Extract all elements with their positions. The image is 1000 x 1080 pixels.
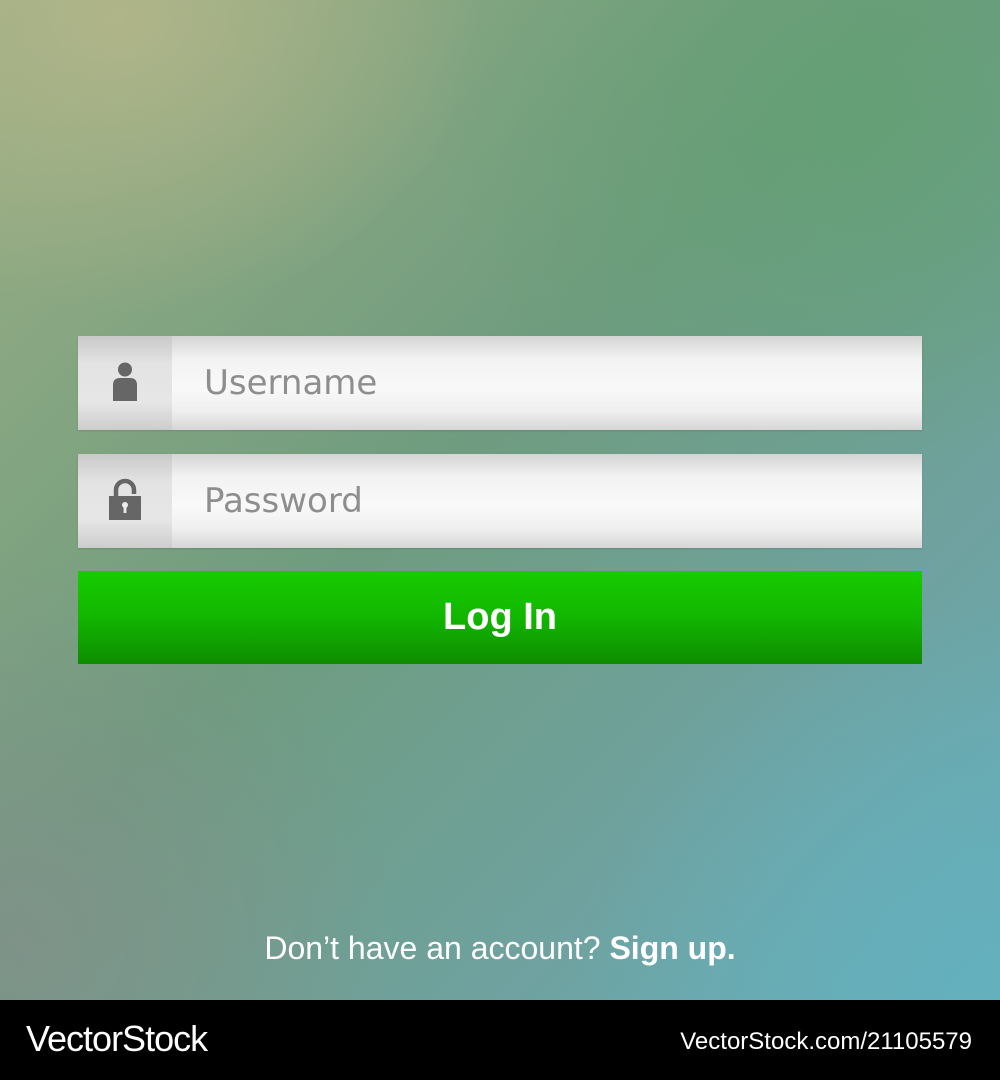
watermark-id: VectorStock.com/21105579 bbox=[680, 1028, 972, 1055]
username-icon-cell bbox=[78, 336, 172, 430]
login-screen: Log In Don’t have an account? Sign up. bbox=[0, 0, 1000, 1000]
password-icon-cell bbox=[78, 454, 172, 548]
signup-prompt-line: Don’t have an account? Sign up. bbox=[0, 926, 1000, 970]
user-icon bbox=[111, 361, 139, 406]
watermark-bar: VectorStock VectorStock.com/21105579 bbox=[0, 1000, 1000, 1080]
password-field bbox=[78, 454, 922, 548]
username-field bbox=[78, 336, 922, 430]
page: Log In Don’t have an account? Sign up. V… bbox=[0, 0, 1000, 1080]
password-input[interactable] bbox=[172, 454, 922, 548]
lock-icon bbox=[108, 478, 142, 525]
signup-prompt-text: Don’t have an account? bbox=[264, 930, 601, 966]
username-input[interactable] bbox=[172, 336, 922, 430]
login-button[interactable]: Log In bbox=[78, 571, 922, 664]
signup-link[interactable]: Sign up. bbox=[609, 930, 735, 966]
watermark-logo: VectorStock bbox=[26, 1018, 208, 1059]
